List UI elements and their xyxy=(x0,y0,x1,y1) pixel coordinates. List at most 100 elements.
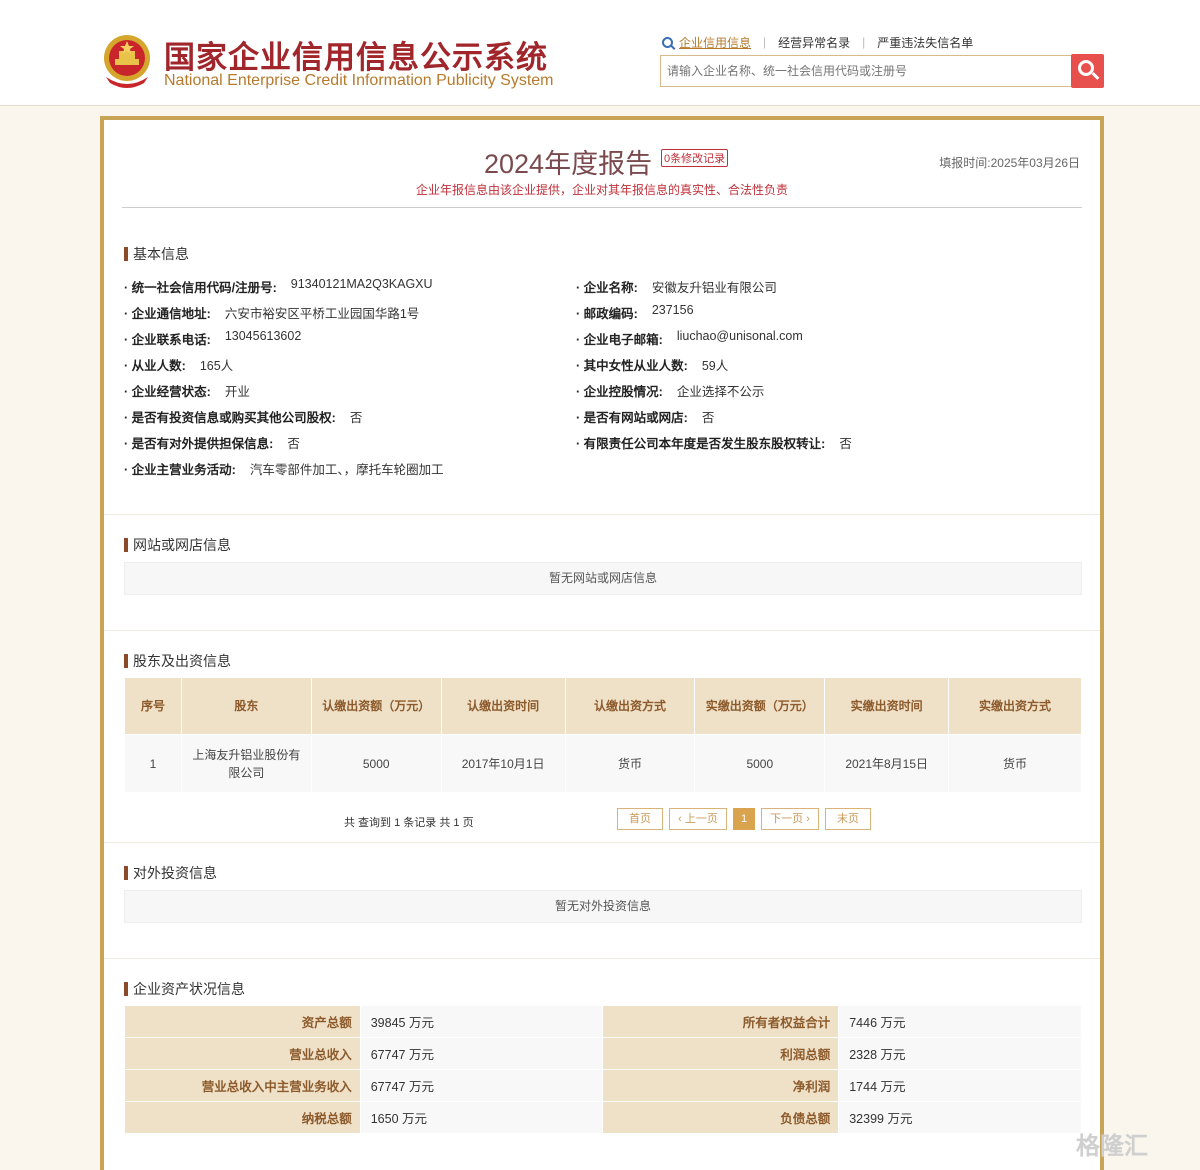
asset-label: 净利润 xyxy=(602,1069,840,1102)
info-label: 统一社会信用代码/注册号: xyxy=(124,277,277,296)
col-index: 序号 xyxy=(124,677,182,735)
info-value: 否 xyxy=(839,437,852,451)
info-label: 是否有对外提供担保信息: xyxy=(124,433,274,452)
asset-value: 39845 万元 xyxy=(359,1005,604,1038)
top-nav: 企业信用信息 | 经营异常名录 | 严重违法失信名单 xyxy=(662,34,985,50)
section-assets: 企业资产状况信息 xyxy=(124,982,245,996)
cell-subscribed-date: 2017年10月1日 xyxy=(440,734,566,793)
info-female-employees: 其中女性从业人数: 59人 xyxy=(576,355,729,374)
assets-table: 资产总额 39845 万元 所有者权益合计 7446 万元 营业总收入 6774… xyxy=(124,1005,1082,1134)
pager-info: 共 查询到 1 条记录 共 1 页 xyxy=(344,817,474,829)
info-email: 企业电子邮箱: liuchao@unisonal.com xyxy=(576,329,803,348)
table-row: 营业总收入 67747 万元 利润总额 2328 万元 xyxy=(124,1037,1082,1070)
pager-last-button[interactable]: 末页 xyxy=(825,808,871,830)
asset-value: 1650 万元 xyxy=(359,1101,604,1134)
col-paid-amount: 实缴出资额（万元） xyxy=(694,677,826,735)
search-icon xyxy=(1078,60,1094,76)
section-shareholders: 股东及出资信息 xyxy=(124,654,231,668)
info-label: 企业联系电话: xyxy=(124,329,211,348)
info-value: 59人 xyxy=(701,359,729,373)
investment-empty: 暂无对外投资信息 xyxy=(124,890,1082,923)
search-button[interactable] xyxy=(1071,54,1104,88)
info-value: 安徽友升铝业有限公司 xyxy=(651,281,777,295)
shareholder-table: 序号 股东 认缴出资额（万元） 认缴出资时间 认缴出资方式 实缴出资额（万元） … xyxy=(124,677,1082,793)
asset-label: 营业总收入中主营业务收入 xyxy=(124,1069,361,1102)
pager-prev-label: 上一页 xyxy=(684,813,718,825)
modify-record-badge[interactable]: 0条修改记录 xyxy=(661,149,729,167)
asset-label: 负债总额 xyxy=(602,1101,840,1134)
info-label: 企业通信地址: xyxy=(124,303,211,322)
website-empty: 暂无网站或网店信息 xyxy=(124,562,1082,595)
cell-index: 1 xyxy=(124,734,182,793)
col-paid-method: 实缴出资方式 xyxy=(948,677,1082,735)
info-value: 否 xyxy=(349,411,363,425)
info-label: 是否有网站或网店: xyxy=(576,407,688,426)
cell-paid-amount: 5000 xyxy=(694,734,826,793)
table-row: 纳税总额 1650 万元 负债总额 32399 万元 xyxy=(124,1101,1082,1134)
cell-paid-method: 货币 xyxy=(948,734,1082,793)
info-phone: 企业联系电话: 13045613602 xyxy=(124,329,302,348)
asset-label: 营业总收入 xyxy=(124,1037,361,1070)
info-company-name: 企业名称: 安徽友升铝业有限公司 xyxy=(576,277,777,296)
watermark-logo: 格隆汇 xyxy=(1076,1133,1148,1160)
section-divider xyxy=(104,514,1100,515)
info-label: 从业人数: xyxy=(124,355,186,374)
asset-value: 1744 万元 xyxy=(838,1069,1082,1102)
section-basic-info: 基本信息 xyxy=(124,247,189,261)
info-value: liuchao@unisonal.com xyxy=(676,329,803,343)
info-label: 是否有投资信息或购买其他公司股权: xyxy=(124,407,336,426)
info-value: 165人 xyxy=(199,359,234,373)
info-investment-flag: 是否有投资信息或购买其他公司股权: 否 xyxy=(124,407,363,426)
col-paid-date: 实缴出资时间 xyxy=(824,677,950,735)
info-website-flag: 是否有网站或网店: 否 xyxy=(576,407,715,426)
site-logo-subtitle: National Enterprise Credit Information P… xyxy=(164,72,554,89)
table-row: 资产总额 39845 万元 所有者权益合计 7446 万元 xyxy=(124,1005,1082,1038)
asset-value: 7446 万元 xyxy=(838,1005,1082,1038)
asset-value: 32399 万元 xyxy=(838,1101,1082,1134)
report-title: 2024年度报告 xyxy=(484,149,653,179)
title-divider xyxy=(122,207,1082,208)
table-header-row: 序号 股东 认缴出资额（万元） 认缴出资时间 认缴出资方式 实缴出资额（万元） … xyxy=(124,677,1082,735)
pager-next-label: 下一页 xyxy=(770,813,804,825)
info-value: 13045613602 xyxy=(224,329,302,343)
cell-subscribed-method: 货币 xyxy=(564,734,696,793)
info-value: 企业选择不公示 xyxy=(676,385,765,399)
info-postcode: 邮政编码: 237156 xyxy=(576,303,694,322)
info-value: 否 xyxy=(701,411,715,425)
section-website: 网站或网店信息 xyxy=(124,538,231,552)
info-credit-code: 统一社会信用代码/注册号: 91340121MA2Q3KAGXU xyxy=(124,277,433,296)
info-value: 91340121MA2Q3KAGXU xyxy=(290,277,433,291)
col-subscribed-amount: 认缴出资额（万元） xyxy=(310,677,442,735)
pager-prev-button[interactable]: ‹ 上一页 xyxy=(669,808,727,830)
annual-report-panel: 2024年度报告 0条修改记录 填报时间:2025年03月26日 企业年报信息由… xyxy=(100,116,1104,1170)
cell-paid-date: 2021年8月15日 xyxy=(824,734,950,793)
pager-first-button[interactable]: 首页 xyxy=(617,808,663,830)
info-employees: 从业人数: 165人 xyxy=(124,355,234,374)
nav-enterprise-credit[interactable]: 企业信用信息 xyxy=(673,34,763,51)
table-row: 1 上海友升铝业股份有限公司 5000 2017年10月1日 货币 5000 2… xyxy=(124,734,1082,793)
search-icon xyxy=(662,36,673,48)
info-status: 企业经营状态: 开业 xyxy=(124,381,250,400)
col-subscribed-method: 认缴出资方式 xyxy=(564,677,696,735)
info-label: 企业经营状态: xyxy=(124,381,211,400)
nav-blacklist[interactable]: 严重违法失信名单 xyxy=(865,34,985,51)
info-label: 邮政编码: xyxy=(576,303,638,322)
chevron-left-icon: ‹ xyxy=(678,813,685,825)
col-subscribed-date: 认缴出资时间 xyxy=(440,677,566,735)
pager-current-page[interactable]: 1 xyxy=(733,808,755,830)
section-divider xyxy=(104,630,1100,631)
chevron-right-icon: › xyxy=(803,813,810,825)
col-shareholder: 股东 xyxy=(180,677,312,735)
nav-abnormal-list[interactable]: 经营异常名录 xyxy=(766,34,862,51)
search-input[interactable] xyxy=(660,55,1072,87)
info-label: 企业主营业务活动: xyxy=(124,459,236,478)
info-value: 六安市裕安区平桥工业园国华路1号 xyxy=(224,307,420,321)
info-value: 开业 xyxy=(224,385,250,399)
pager-next-button[interactable]: 下一页 › xyxy=(761,808,819,830)
info-equity-transfer: 有限责任公司本年度是否发生股东股权转让: 否 xyxy=(576,433,852,452)
asset-value: 2328 万元 xyxy=(838,1037,1082,1070)
section-divider xyxy=(104,958,1100,959)
cell-subscribed-amount: 5000 xyxy=(310,734,442,793)
site-header: 国家企业信用信息公示系统 National Enterprise Credit … xyxy=(0,0,1200,106)
site-logo-title[interactable]: 国家企业信用信息公示系统 xyxy=(164,32,548,77)
